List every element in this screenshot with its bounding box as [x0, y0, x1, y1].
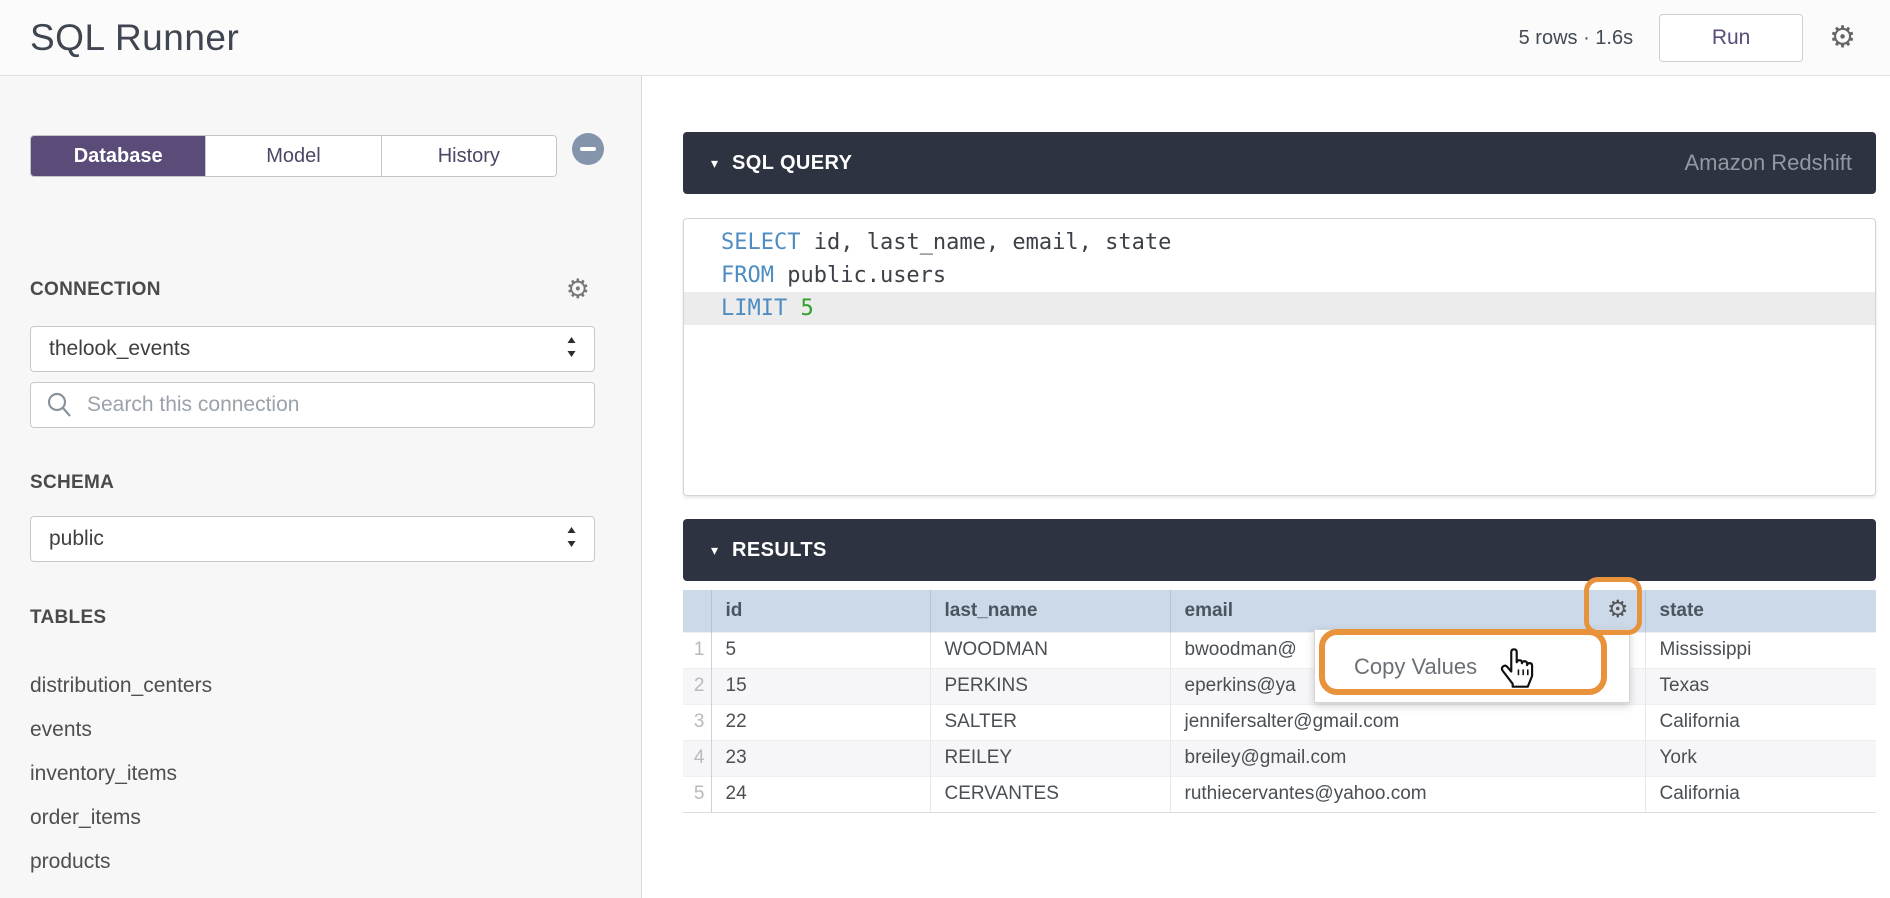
sql-keyword: SELECT	[721, 230, 800, 255]
schema-label: SCHEMA	[30, 472, 114, 494]
row-number: 3	[683, 704, 711, 740]
top-header: SQL Runner 5 rows · 1.6s Run ⚙	[0, 0, 1890, 76]
connection-label: CONNECTION	[30, 279, 161, 301]
search-icon	[45, 391, 73, 419]
table-row: 1 5 WOODMAN bwoodman@ Mississippi	[683, 632, 1876, 668]
chevron-down-icon[interactable]: ▾	[711, 155, 718, 172]
results-table: id last_name email⚙ state 1 5 WOODMAN bw…	[683, 590, 1876, 813]
table-item-order-items[interactable]: order_items	[30, 796, 590, 840]
collapse-sidebar-button[interactable]	[572, 133, 604, 165]
cell-last-name[interactable]: PERKINS	[930, 668, 1170, 704]
connection-select-value: thelook_events	[49, 337, 565, 361]
table-item-inventory-items[interactable]: inventory_items	[30, 752, 590, 796]
row-number: 2	[683, 668, 711, 704]
updown-arrows-icon	[565, 526, 578, 553]
cell-last-name[interactable]: CERVANTES	[930, 776, 1170, 812]
table-row: 3 22 SALTER jennifersalter@gmail.com Cal…	[683, 704, 1876, 740]
column-header-id[interactable]: id	[711, 590, 930, 632]
code-line-3-active: LIMIT 5	[684, 292, 1875, 325]
cell-state[interactable]: York	[1645, 740, 1876, 776]
cell-last-name[interactable]: REILEY	[930, 740, 1170, 776]
sidebar: Database Model History CONNECTION ⚙ thel…	[0, 76, 642, 898]
connection-select[interactable]: thelook_events	[30, 326, 595, 372]
row-number: 4	[683, 740, 711, 776]
cell-state[interactable]: California	[1645, 776, 1876, 812]
cell-state[interactable]: Mississippi	[1645, 632, 1876, 668]
cell-state[interactable]: California	[1645, 704, 1876, 740]
annotation-circle-gear	[1584, 577, 1642, 635]
cell-id[interactable]: 22	[711, 704, 930, 740]
connection-gear-icon[interactable]: ⚙	[566, 276, 590, 303]
updown-arrows-icon	[565, 336, 578, 363]
results-title: RESULTS	[732, 539, 827, 562]
annotation-box-copy-values	[1319, 629, 1607, 695]
table-row: 4 23 REILEY breiley@gmail.com York	[683, 740, 1876, 776]
table-row: 2 15 PERKINS eperkins@ya Texas	[683, 668, 1876, 704]
connection-header-row: CONNECTION ⚙	[30, 276, 590, 303]
cell-last-name[interactable]: SALTER	[930, 704, 1170, 740]
tab-history[interactable]: History	[382, 136, 556, 176]
results-header-row: id last_name email⚙ state	[683, 590, 1876, 632]
header-actions: 5 rows · 1.6s Run ⚙	[1519, 0, 1856, 76]
sql-query-panel-header: ▾ SQL QUERY Amazon Redshift	[683, 132, 1876, 194]
connection-engine-label: Amazon Redshift	[1684, 150, 1852, 176]
run-button[interactable]: Run	[1659, 14, 1803, 62]
cell-email[interactable]: breiley@gmail.com	[1170, 740, 1645, 776]
sql-text: public.users	[774, 263, 946, 288]
column-header-state[interactable]: state	[1645, 590, 1876, 632]
tables-header-row: TABLES	[30, 607, 590, 629]
table-item-products[interactable]: products	[30, 840, 590, 884]
results-panel-header: ▾ RESULTS	[683, 519, 1876, 581]
column-header-last-name[interactable]: last_name	[930, 590, 1170, 632]
tables-label: TABLES	[30, 607, 106, 629]
rownum-header	[683, 590, 711, 632]
sql-keyword: FROM	[721, 263, 774, 288]
column-header-email-label: email	[1185, 600, 1234, 621]
sidebar-tab-bar: Database Model History	[30, 135, 557, 177]
cell-state[interactable]: Texas	[1645, 668, 1876, 704]
connection-search	[30, 382, 595, 428]
query-status: 5 rows · 1.6s	[1519, 27, 1633, 50]
settings-gear-icon[interactable]: ⚙	[1829, 23, 1856, 53]
code-line-2: FROM public.users	[684, 259, 1875, 292]
sql-number: 5	[800, 296, 813, 321]
cell-id[interactable]: 24	[711, 776, 930, 812]
search-input[interactable]	[85, 392, 594, 418]
table-item-events[interactable]: events	[30, 708, 590, 752]
cell-last-name[interactable]: WOODMAN	[930, 632, 1170, 668]
sql-query-title: SQL QUERY	[732, 152, 852, 175]
tab-database[interactable]: Database	[31, 136, 206, 176]
table-row: 5 24 CERVANTES ruthiecervantes@yahoo.com…	[683, 776, 1876, 812]
sql-text: id, last_name, email, state	[800, 230, 1171, 255]
sql-text	[787, 296, 800, 321]
schema-select[interactable]: public	[30, 516, 595, 562]
column-header-email[interactable]: email⚙	[1170, 590, 1645, 632]
sql-runner-app: SQL Runner 5 rows · 1.6s Run ⚙ Database …	[0, 0, 1890, 898]
chevron-down-icon[interactable]: ▾	[711, 542, 718, 559]
cell-email[interactable]: jennifersalter@gmail.com	[1170, 704, 1645, 740]
row-number: 5	[683, 776, 711, 812]
cell-id[interactable]: 5	[711, 632, 930, 668]
table-item-users[interactable]: users	[30, 884, 590, 898]
cell-email[interactable]: ruthiecervantes@yahoo.com	[1170, 776, 1645, 812]
row-number: 1	[683, 632, 711, 668]
sql-editor[interactable]: SELECT id, last_name, email, state FROM …	[683, 218, 1876, 496]
sql-keyword: LIMIT	[721, 296, 787, 321]
code-line-1: SELECT id, last_name, email, state	[684, 226, 1875, 259]
schema-header-row: SCHEMA	[30, 472, 590, 494]
schema-select-value: public	[49, 527, 565, 551]
page-title: SQL Runner	[30, 0, 239, 76]
cell-id[interactable]: 23	[711, 740, 930, 776]
tab-model[interactable]: Model	[206, 136, 381, 176]
table-item-distribution-centers[interactable]: distribution_centers	[30, 664, 590, 708]
cell-id[interactable]: 15	[711, 668, 930, 704]
tables-list: distribution_centers events inventory_it…	[30, 664, 590, 898]
